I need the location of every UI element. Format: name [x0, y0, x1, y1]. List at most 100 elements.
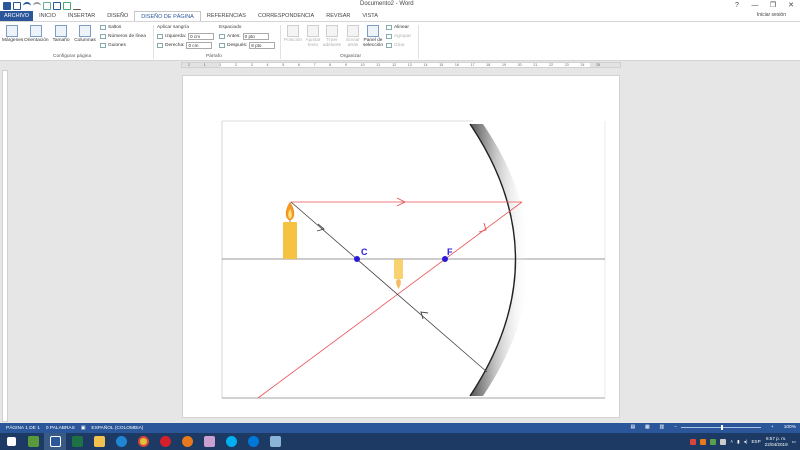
document-page[interactable]: C F — [182, 75, 620, 418]
ruler-number: 23 — [564, 63, 569, 67]
edge-icon[interactable] — [110, 433, 132, 450]
chrome-icon[interactable] — [132, 433, 154, 450]
close-button[interactable]: ✕ — [782, 0, 800, 11]
mirror-shading — [470, 124, 529, 396]
picture-icon[interactable] — [63, 1, 71, 10]
word-icon[interactable] — [44, 433, 66, 450]
customize-qat-icon[interactable] — [73, 2, 81, 10]
send-backward-button[interactable]: Enviar atrás — [343, 25, 363, 48]
open-icon[interactable] — [43, 1, 51, 10]
network-icon[interactable]: ▮ — [737, 439, 740, 445]
label-center-of-curvature: C — [361, 247, 368, 257]
tray-app-icon[interactable] — [720, 438, 727, 445]
save-icon[interactable] — [13, 1, 21, 10]
indent-left-icon — [157, 34, 163, 39]
tab-view[interactable]: VISTA — [356, 11, 384, 21]
read-mode-icon[interactable]: ▤ — [630, 425, 635, 430]
orientation-icon — [30, 25, 42, 37]
paint-icon[interactable] — [198, 433, 220, 450]
breaks-button[interactable]: Saltos — [100, 25, 121, 30]
volume-icon[interactable]: ◂) — [744, 439, 748, 445]
web-layout-icon[interactable]: ▥ — [660, 425, 665, 430]
ruler-number: 22 — [549, 63, 554, 67]
indent-right-input[interactable]: 0 cm — [186, 42, 213, 49]
minimize-button[interactable]: — — [746, 0, 764, 11]
rotate-icon — [386, 43, 392, 48]
selection-pane-button[interactable]: Panel de selección — [362, 25, 384, 48]
group-page-setup-label: Configurar página — [53, 54, 92, 59]
notifications-icon[interactable]: ▭ — [792, 439, 796, 445]
skype-icon[interactable] — [220, 433, 242, 450]
mail-icon[interactable] — [264, 433, 286, 450]
size-button[interactable]: Tamaño — [51, 25, 71, 43]
opera-icon[interactable] — [154, 433, 176, 450]
tab-review[interactable]: REVISAR — [320, 11, 356, 21]
indent-right: Derecha: 0 cm — [157, 42, 213, 49]
concave-mirror — [469, 123, 517, 397]
zoom-slider[interactable] — [680, 425, 761, 430]
tab-insert[interactable]: INSERTAR — [62, 11, 101, 21]
spacing-before-input[interactable]: 0 pto — [242, 33, 269, 40]
skype-business-icon[interactable] — [242, 433, 264, 450]
minecraft-icon[interactable] — [22, 433, 44, 450]
print-icon[interactable] — [53, 1, 61, 10]
align-icon — [386, 25, 392, 30]
zoom-slider-thumb[interactable] — [720, 425, 723, 430]
label-focus: F — [447, 247, 453, 257]
tray-app-icon[interactable] — [690, 438, 697, 445]
ruler-number: 5 — [282, 63, 285, 67]
breaks-icon — [100, 25, 106, 30]
ribbon: Márgenes Orientación Tamaño Columnas Sal… — [0, 21, 800, 61]
tray-app-icon[interactable] — [700, 438, 707, 445]
excel-icon[interactable] — [66, 433, 88, 450]
tab-mailings[interactable]: CORRESPONDENCIA — [252, 11, 320, 21]
zoom-level[interactable]: 100% — [784, 425, 796, 430]
hyphenation-button[interactable]: Guiones — [100, 43, 126, 48]
print-layout-icon[interactable]: ▦ — [645, 425, 650, 430]
position-button[interactable]: Posición — [283, 25, 303, 43]
ruler-number: 11 — [376, 63, 381, 67]
clock[interactable]: 6:57 p. m. 22/04/2019 — [765, 436, 788, 448]
keyboard-language[interactable]: ESP — [751, 439, 760, 444]
orientation-button[interactable]: Orientación — [24, 25, 49, 43]
wrap-text-button[interactable]: Ajustar texto — [303, 25, 323, 48]
proofing-icon[interactable]: ▣ — [81, 426, 86, 431]
firefox-icon[interactable] — [176, 433, 198, 450]
horizontal-ruler[interactable]: 2 1 1 2 3 4 5 6 7 8 9 10 11 12 13 14 15 16 17 18 19 20 21 22 23 2… — [181, 62, 621, 68]
file-explorer-icon[interactable] — [88, 433, 110, 450]
tab-home[interactable]: INICIO — [33, 11, 62, 21]
indent-left-input[interactable]: 0 cm — [188, 33, 215, 40]
clock-time: 6:57 p. m. — [765, 435, 787, 441]
word-count[interactable]: 0 PALABRAS — [46, 426, 75, 431]
ruler-right-margin — [590, 63, 620, 67]
line-numbers-button[interactable]: Números de línea — [100, 34, 146, 39]
tab-design[interactable]: DISEÑO — [101, 11, 134, 21]
restore-button[interactable]: ❐ — [764, 0, 782, 11]
align-button[interactable]: Alinear — [386, 25, 409, 30]
windows-icon[interactable] — [0, 433, 22, 450]
language-indicator[interactable]: ESPAÑOL (COLOMBIA) — [91, 426, 143, 431]
rotate-button[interactable]: Girar — [386, 43, 405, 48]
tab-references[interactable]: REFERENCIAS — [201, 11, 252, 21]
indent-right-icon — [157, 43, 163, 48]
page-count[interactable]: PÁGINA 1 DE 1 — [6, 426, 40, 431]
group-button[interactable]: Agrupar — [386, 34, 411, 39]
bring-forward-button[interactable]: Traer adelante — [321, 25, 343, 48]
margins-button[interactable]: Márgenes — [2, 25, 23, 43]
help-button[interactable]: ? — [728, 0, 746, 11]
image-candle — [394, 259, 403, 279]
spacing-after-input[interactable]: 8 pto — [249, 42, 276, 49]
undo-icon[interactable] — [23, 1, 31, 10]
spacing-before: Antes: 0 pto — [219, 33, 269, 40]
columns-button[interactable]: Columnas — [73, 25, 97, 43]
group-separator — [280, 25, 281, 59]
zoom-in-button[interactable]: + — [771, 425, 774, 430]
redo-icon[interactable] — [33, 1, 41, 10]
tab-file[interactable]: ARCHIVO — [0, 11, 34, 21]
tab-page-layout[interactable]: DISEÑO DE PÁGINA — [134, 11, 201, 21]
sign-in-link[interactable]: Iniciar sesión — [757, 12, 786, 18]
tray-app-icon[interactable] — [710, 438, 717, 445]
zoom-out-button[interactable]: − — [674, 425, 677, 430]
show-hidden-icons-icon[interactable]: ˄ — [730, 439, 733, 444]
vertical-ruler[interactable] — [2, 70, 8, 422]
